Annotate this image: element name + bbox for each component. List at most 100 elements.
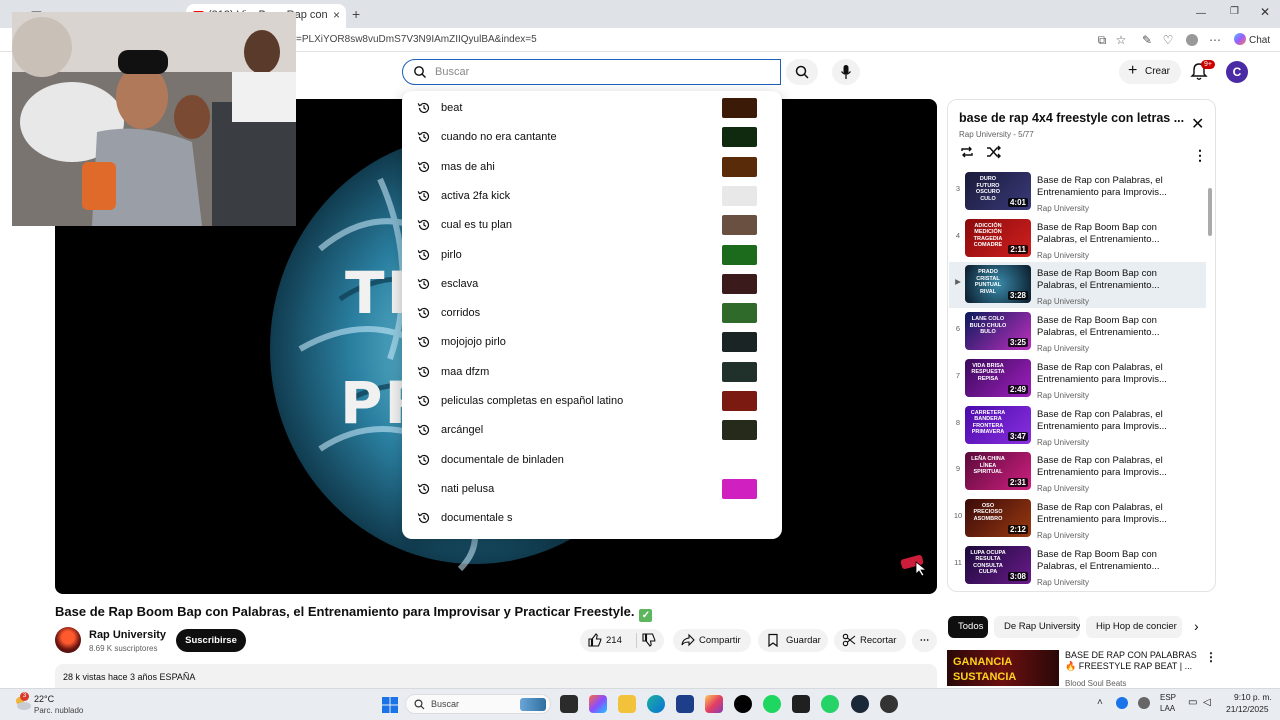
playlist-item[interactable]: 11 LUPA OCUPA RESULTA CONSULTA CULPA 3:08 B… (949, 543, 1206, 589)
weather-temperature[interactable]: 22°C (34, 694, 54, 704)
search-suggestion-item[interactable]: nati pelusa (402, 474, 782, 503)
suggestion-thumbnail (722, 420, 757, 441)
playlist-thumbnail: OSO PRECIOSO ASOMBRO 2:12 (965, 498, 1031, 537)
account-avatar[interactable]: C (1226, 61, 1248, 83)
volume-icon[interactable]: ◁ (1203, 697, 1211, 708)
whatsapp-icon[interactable] (821, 695, 839, 713)
clock-time[interactable]: 9:10 p. m. (1234, 692, 1272, 702)
playlist-item[interactable]: 10 OSO PRECIOSO ASOMBRO 2:12 Base de Rap co… (949, 496, 1206, 542)
search-highlight-image (520, 698, 546, 711)
search-suggestion-item[interactable]: mojojojo pirlo (402, 327, 782, 356)
restore-window-icon[interactable]: ❐ (1230, 6, 1239, 17)
thumbs-down-icon[interactable] (642, 633, 656, 647)
show-hidden-icons-chevron-icon[interactable]: ˄ (1097, 697, 1103, 708)
search-suggestion-item[interactable]: activa 2fa kick (402, 181, 782, 210)
search-suggestion-item[interactable]: documentale s (402, 503, 782, 532)
search-suggestion-item[interactable]: peliculas completas en español latino (402, 386, 782, 415)
store-icon[interactable] (676, 695, 694, 713)
shuffle-icon[interactable] (986, 145, 1002, 159)
playlist-index: 6 (955, 324, 961, 334)
playlist-item[interactable]: ▶ PRADO CRISTAL PUNTUAL RIVAL 3:28 Base de … (949, 262, 1206, 309)
copilot-icon (1234, 33, 1246, 45)
playlist-thumbnail: DURO FUTURO OSCURO CULO 4:01 (965, 172, 1031, 210)
extensions-icon[interactable]: ✎ (1140, 33, 1154, 47)
channel-avatar[interactable] (55, 627, 81, 653)
clip-button[interactable]: Recortar (834, 629, 906, 652)
playlist-item[interactable]: 8 CARRETERA BANDERA FRONTERA PRIMAVERA 3:4… (949, 403, 1206, 449)
search-suggestion-item[interactable]: esclava (402, 269, 782, 298)
search-suggestion-item[interactable]: cuando no era cantante (402, 122, 782, 151)
filter-chip[interactable]: Hip Hop de concier (1086, 616, 1182, 638)
suggestion-text: corridos (441, 307, 481, 320)
suggestion-text: peliculas completas en español latino (441, 395, 624, 407)
search-button[interactable] (786, 59, 818, 85)
playlist-more-icon[interactable]: ⋮ (1193, 147, 1207, 164)
search-icon (414, 699, 425, 710)
create-button[interactable]: + Crear (1119, 60, 1181, 84)
favorite-star-icon[interactable]: ☆ (1114, 33, 1128, 47)
copilot-app-icon[interactable] (589, 695, 607, 713)
playlist-item[interactable]: 6 LANE COLO BULO CHULO BULO 3:25 Base de Ra… (949, 309, 1206, 355)
spotify-icon[interactable] (763, 695, 781, 713)
playlist-item[interactable]: 4 ADICCIÓN MEDICIÓN TRAGEDIA COMADRE 2:11 B… (949, 216, 1206, 262)
search-input[interactable]: Buscar (402, 59, 781, 85)
filter-chip[interactable]: Todos (948, 616, 988, 638)
search-suggestion-item[interactable]: corridos (402, 298, 782, 327)
close-window-icon[interactable]: ✕ (1260, 5, 1270, 19)
subscribe-button[interactable]: Suscribirse (176, 629, 246, 652)
playlist-item-channel: Rap University (1037, 530, 1090, 540)
voice-search-button[interactable] (832, 59, 860, 85)
windows-start-icon[interactable] (382, 697, 398, 713)
playlist-item[interactable]: 7 VIDA BRISA RESPUESTA REPISA 2:49 Base de … (949, 356, 1206, 402)
more-actions-button[interactable]: ⋯ (912, 629, 937, 652)
new-tab-button[interactable]: + (352, 6, 360, 22)
search-suggestion-item[interactable]: beat (402, 93, 782, 122)
obs-icon[interactable] (880, 695, 898, 713)
search-suggestion-item[interactable]: documentale de binladen (402, 445, 782, 474)
recommended-more-icon[interactable]: ⋮ (1205, 650, 1217, 664)
recommended-thumbnail[interactable]: GANANCIA SUSTANCIA (947, 650, 1059, 686)
tiktok-icon[interactable] (734, 695, 752, 713)
search-suggestion-item[interactable]: pirlo (402, 240, 782, 269)
steam-icon[interactable] (851, 695, 869, 713)
video-duration: 3:28 (1007, 291, 1028, 301)
search-suggestion-item[interactable]: mas de ahi (402, 152, 782, 181)
edge-browser-icon[interactable] (647, 695, 665, 713)
playlist-item[interactable]: 3 DURO FUTURO OSCURO CULO 4:01 Base de Rap … (949, 169, 1206, 215)
search-suggestion-item[interactable]: cual es tu plan (402, 210, 782, 239)
input-language[interactable]: ESP (1160, 693, 1176, 702)
app-install-icon[interactable]: ⧉ (1095, 33, 1109, 47)
tray-app-icon[interactable] (1138, 697, 1150, 709)
filter-chip[interactable]: De Rap University (994, 616, 1080, 638)
channel-name[interactable]: Rap University (89, 629, 166, 641)
playlist-title[interactable]: base de rap 4x4 freestyle con letras ... (959, 111, 1184, 125)
close-playlist-icon[interactable]: ✕ (1191, 114, 1204, 134)
chevron-right-icon[interactable]: › (1194, 618, 1199, 634)
task-view-icon[interactable] (560, 695, 578, 713)
file-explorer-icon[interactable] (618, 695, 636, 713)
copilot-chat-button[interactable]: Chat (1234, 33, 1270, 46)
save-button[interactable]: Guardar (758, 629, 828, 652)
search-suggestion-item[interactable]: maa dfzm (402, 357, 782, 386)
minimize-window-icon[interactable]: — (1196, 8, 1206, 19)
instagram-icon[interactable] (705, 695, 723, 713)
suggestion-thumbnail (722, 127, 757, 148)
share-button[interactable]: Compartir (673, 629, 751, 652)
more-menu-icon[interactable]: ⋯ (1208, 33, 1222, 47)
search-suggestion-item[interactable]: arcángel (402, 415, 782, 444)
playlist-scrollbar[interactable] (1208, 188, 1212, 236)
network-icon[interactable]: ▭ (1188, 697, 1197, 708)
playlist-item-title: Base de Rap Boom Bap con Palabras, el En… (1037, 315, 1160, 339)
playlist-item-channel: Rap University (1037, 204, 1090, 213)
loop-icon[interactable] (959, 145, 975, 159)
recommended-title[interactable]: BASE DE RAP CON PALABRAS 🔥 FREESTYLE RAP… (1065, 650, 1205, 672)
playlist-item-title: Base de Rap Boom Bap con Palabras, el En… (1037, 221, 1160, 245)
profile-icon[interactable] (1186, 34, 1198, 46)
collections-icon[interactable]: ♡ (1161, 33, 1175, 47)
url-field[interactable]: =PLXiYOR8sw8vuDmS7V3N9IAmZIIQyulBA&index… (296, 34, 537, 45)
tray-app-icon[interactable] (1116, 697, 1128, 709)
playlist-item[interactable]: 9 LEÑA CHINA LÍNEA SPIRITUAL 2:31 Base de R… (949, 449, 1206, 495)
epic-games-icon[interactable] (792, 695, 810, 713)
close-tab-icon[interactable]: × (333, 8, 340, 22)
taskbar-search-box[interactable]: Buscar (405, 694, 551, 714)
